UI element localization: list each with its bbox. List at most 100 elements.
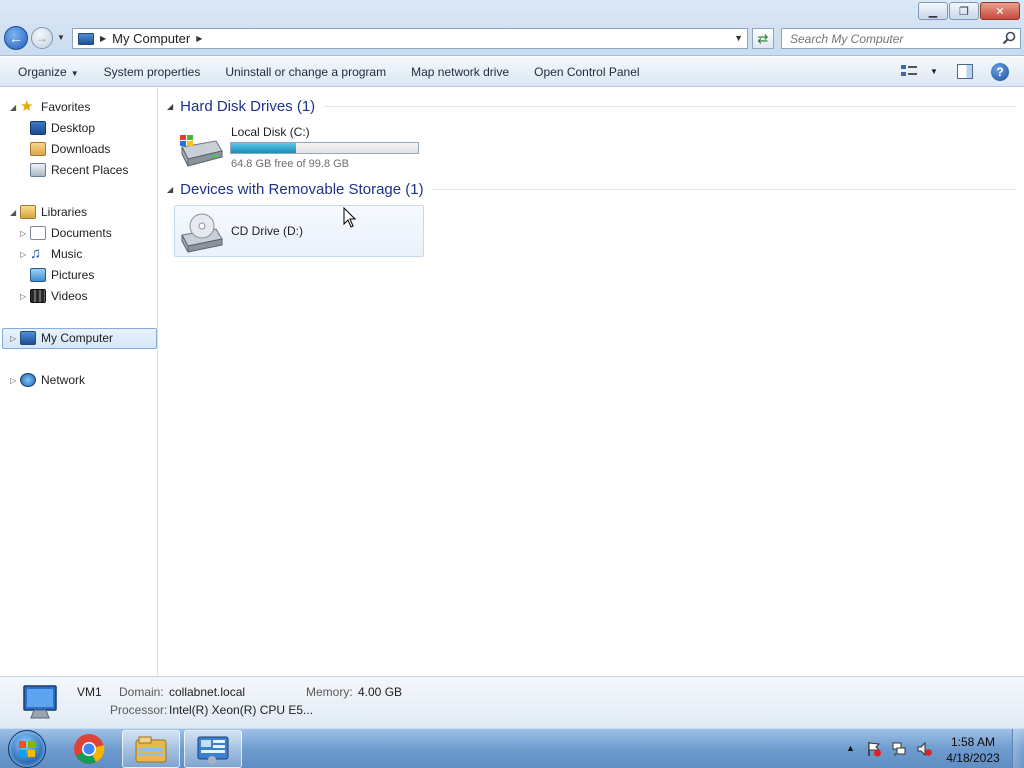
- nav-my-computer[interactable]: ▷ My Computer: [10, 328, 113, 348]
- group-hard-disk-drives[interactable]: ◢ Hard Disk Drives (1): [167, 98, 1017, 115]
- chevron-down-icon[interactable]: ▼: [930, 67, 938, 76]
- processor-label: Processor:: [110, 703, 168, 717]
- hard-drive-icon: [180, 135, 223, 167]
- nav-videos-label: Videos: [51, 289, 88, 303]
- nav-favorites-label: Favorites: [41, 100, 91, 114]
- disk-usage-bar: [230, 142, 419, 154]
- libraries-icon: [20, 205, 36, 219]
- taskbar-chrome[interactable]: [60, 730, 118, 768]
- nav-downloads-label: Downloads: [51, 142, 111, 156]
- nav-music[interactable]: ▷ ♫ Music: [20, 244, 82, 264]
- open-control-panel-button[interactable]: Open Control Panel: [524, 65, 649, 79]
- nav-documents[interactable]: ▷ Documents: [20, 223, 112, 243]
- command-bar: Organize ▼ System properties Uninstall or…: [0, 57, 1024, 87]
- chevron-right-icon[interactable]: ▶: [196, 34, 202, 43]
- nav-videos[interactable]: ▷ Videos: [20, 286, 87, 306]
- nav-desktop[interactable]: Desktop: [30, 118, 95, 138]
- forward-button[interactable]: →: [31, 27, 53, 49]
- computer-icon: [23, 685, 57, 719]
- collapse-arrow-icon[interactable]: ▷: [20, 250, 30, 259]
- clock-date: 4/18/2023: [946, 751, 1000, 765]
- taskbar-server-manager[interactable]: [184, 730, 242, 768]
- drive-free-space: 64.8 GB free of 99.8 GB: [231, 158, 350, 170]
- system-clock[interactable]: 1:58 AM 4/18/2023: [940, 734, 1006, 766]
- preview-pane-button[interactable]: [957, 64, 973, 79]
- collapse-arrow-icon[interactable]: ▷: [10, 376, 20, 385]
- details-pane: VM1 Domain: collabnet.local Memory: 4.00…: [0, 676, 1024, 728]
- change-view-button[interactable]: ▼: [900, 63, 938, 79]
- show-desktop-button[interactable]: [1012, 729, 1024, 768]
- nav-pictures[interactable]: Pictures: [20, 265, 94, 285]
- disk-usage-fill: [231, 143, 297, 153]
- server-manager-icon: [197, 736, 229, 764]
- nav-recent-places[interactable]: Recent Places: [30, 160, 128, 180]
- view-options-icon: [901, 65, 917, 76]
- content-pane: ◢ Hard Disk Drives (1) Local Disk (C:) 6…: [159, 88, 1024, 676]
- nav-recent-places-label: Recent Places: [51, 163, 129, 177]
- nav-downloads[interactable]: Downloads: [30, 139, 110, 159]
- nav-favorites[interactable]: ◢ ★ Favorites: [10, 97, 90, 117]
- show-hidden-icons-button[interactable]: ▲: [846, 743, 855, 753]
- help-icon[interactable]: ?: [991, 63, 1009, 81]
- group-divider: [431, 189, 1017, 190]
- nav-documents-label: Documents: [51, 226, 112, 240]
- system-properties-button[interactable]: System properties: [94, 65, 211, 79]
- taskbar-windows-explorer[interactable]: [122, 730, 180, 768]
- drive-local-disk-c[interactable]: Local Disk (C:) 64.8 GB free of 99.8 GB: [175, 122, 425, 174]
- breadcrumb-my-computer[interactable]: My Computer: [112, 31, 190, 46]
- domain-label: Domain:: [119, 685, 164, 699]
- volume-muted-icon[interactable]: [916, 741, 932, 757]
- group-title: Devices with Removable Storage (1): [180, 181, 424, 198]
- organize-label: Organize: [18, 64, 67, 79]
- nav-desktop-label: Desktop: [51, 121, 96, 135]
- chevron-right-icon[interactable]: ▶: [100, 34, 106, 43]
- network-icon: [20, 373, 36, 387]
- cd-drive-icon: [181, 213, 223, 253]
- computer-icon: [78, 32, 94, 45]
- documents-icon: [30, 226, 46, 240]
- nav-network[interactable]: ▷ Network: [10, 370, 85, 390]
- network-status-icon[interactable]: [891, 741, 907, 757]
- collapse-arrow-icon[interactable]: ▷: [20, 292, 30, 301]
- action-center-flag-icon[interactable]: [866, 741, 882, 757]
- map-network-drive-button[interactable]: Map network drive: [401, 65, 519, 79]
- expand-arrow-icon[interactable]: ◢: [10, 103, 20, 112]
- domain-value: collabnet.local: [169, 685, 246, 699]
- drive-cd-d[interactable]: CD Drive (D:): [174, 205, 424, 257]
- collapse-arrow-icon[interactable]: ▷: [10, 334, 20, 343]
- collapse-group-icon[interactable]: ◢: [167, 185, 173, 194]
- videos-icon: [30, 289, 46, 303]
- search-icon[interactable]: [1001, 30, 1017, 46]
- close-button[interactable]: ✕: [980, 2, 1020, 20]
- nav-libraries[interactable]: ◢ Libraries: [10, 202, 87, 222]
- address-bar[interactable]: ▶ My Computer ▶ ▼: [72, 28, 748, 49]
- minimize-button[interactable]: ▁: [918, 2, 948, 20]
- chrome-icon: [74, 734, 105, 764]
- nav-network-label: Network: [41, 373, 86, 387]
- recent-pages-dropdown[interactable]: ▼: [57, 33, 65, 42]
- refresh-button[interactable]: ⇄: [752, 28, 774, 49]
- address-dropdown-icon[interactable]: ▼: [734, 33, 743, 43]
- chevron-down-icon: ▼: [70, 68, 79, 78]
- computer-icon: [20, 331, 36, 345]
- start-button[interactable]: [8, 730, 46, 768]
- mouse-cursor-icon: [343, 207, 357, 228]
- nav-libraries-label: Libraries: [41, 205, 88, 219]
- processor-value: Intel(R) Xeon(R) CPU E5...: [169, 703, 314, 717]
- uninstall-program-button[interactable]: Uninstall or change a program: [215, 65, 396, 79]
- collapse-arrow-icon[interactable]: ▷: [20, 229, 30, 238]
- refresh-icon: ⇄: [757, 30, 769, 46]
- expand-arrow-icon[interactable]: ◢: [10, 208, 20, 217]
- nav-pictures-label: Pictures: [51, 268, 95, 282]
- back-button[interactable]: ←: [4, 26, 28, 50]
- arrow-right-icon: →: [36, 31, 48, 45]
- restore-button[interactable]: ❐: [949, 2, 979, 20]
- organize-button[interactable]: Organize ▼: [8, 65, 89, 79]
- search-input[interactable]: [781, 28, 1021, 49]
- group-removable-storage[interactable]: ◢ Devices with Removable Storage (1): [167, 181, 1017, 198]
- windows-logo-icon: [19, 741, 35, 757]
- navigation-pane: ◢ ★ Favorites Desktop Downloads Recent P…: [0, 88, 158, 676]
- collapse-group-icon[interactable]: ◢: [167, 102, 173, 111]
- star-icon: ★: [20, 98, 34, 115]
- clock-time: 1:58 AM: [950, 735, 996, 749]
